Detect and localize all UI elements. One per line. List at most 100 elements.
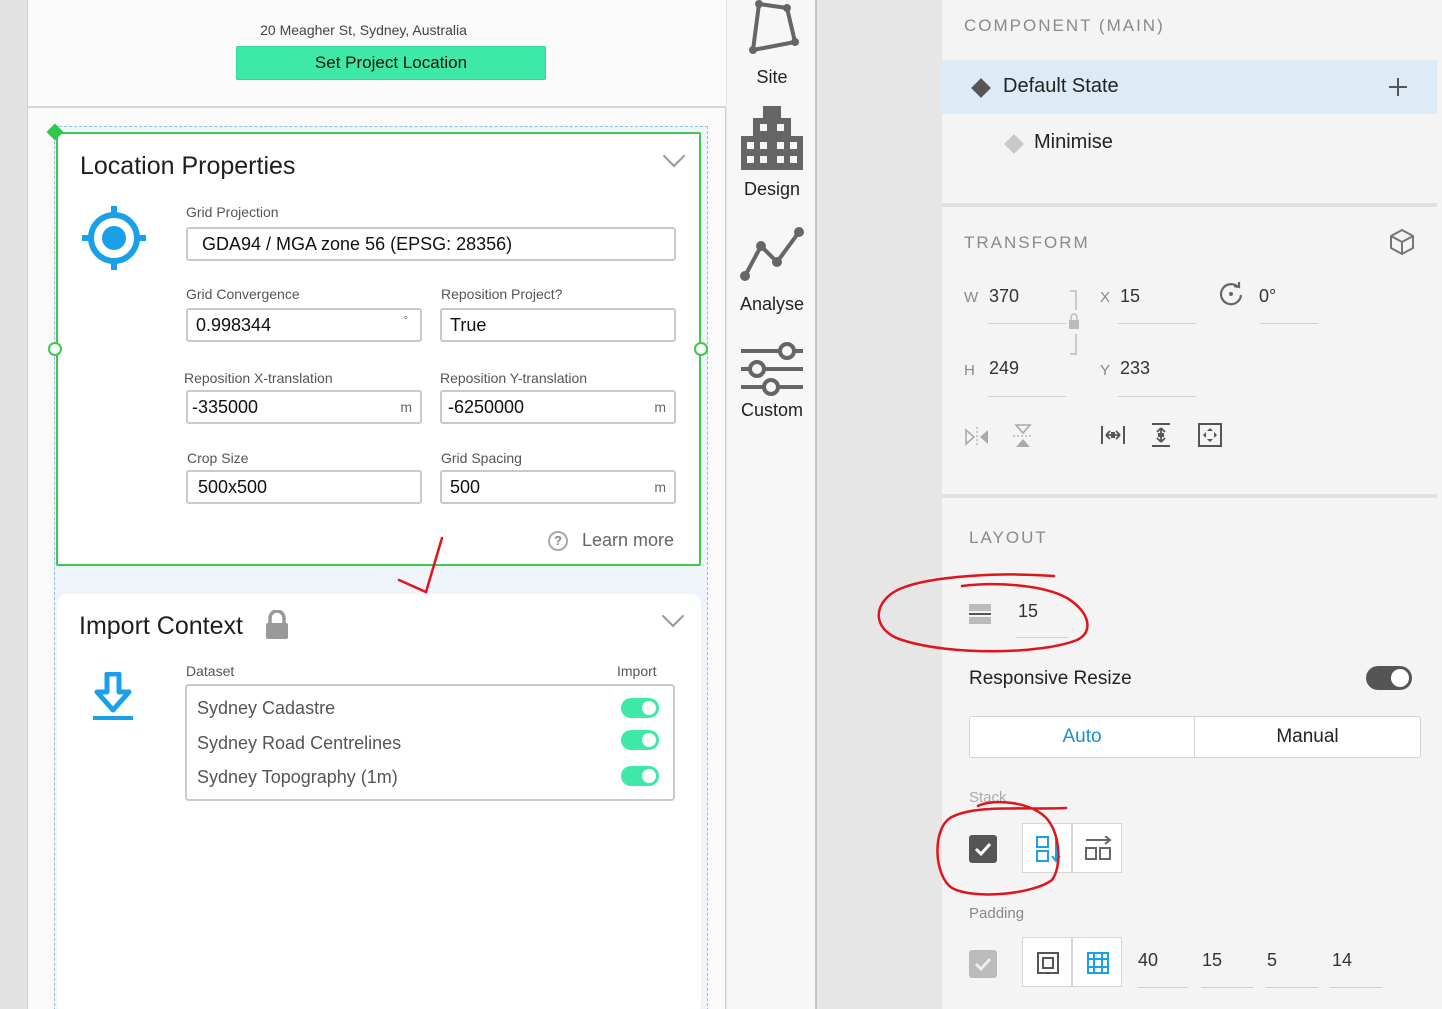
design-label: Design: [743, 179, 801, 199]
resize-handle-right[interactable]: [694, 342, 708, 356]
add-state-icon[interactable]: [1388, 77, 1408, 97]
state-row-default[interactable]: Default State: [942, 60, 1437, 114]
set-project-location-button[interactable]: Set Project Location: [236, 46, 546, 80]
lock-icon: [266, 610, 288, 639]
import-toggle[interactable]: [621, 730, 659, 750]
left-edge-panel: [0, 0, 28, 1009]
meters-unit: m: [400, 399, 412, 415]
padding-individual-button[interactable]: [1072, 937, 1122, 987]
input-underline: [1138, 987, 1188, 988]
grid-convergence-value: 0.998344: [196, 315, 272, 335]
cube-icon[interactable]: [1388, 228, 1416, 256]
analyse-label: Analyse: [739, 294, 805, 314]
resize-mode-manual[interactable]: Manual: [1194, 716, 1421, 758]
dataset-list: Sydney Cadastre Sydney Road Centrelines …: [185, 684, 675, 801]
rotation-value[interactable]: 0°: [1259, 286, 1276, 307]
transform-section-title: TRANSFORM: [964, 233, 1090, 252]
fit-to-content-icon[interactable]: [1197, 422, 1223, 448]
grid-projection-field[interactable]: GDA94 / MGA zone 56 (EPSG: 28356): [186, 227, 676, 261]
padding-uniform-icon: [1037, 952, 1059, 974]
padding-top-value[interactable]: 40: [1138, 950, 1158, 971]
learn-more-link[interactable]: Learn more: [582, 530, 674, 551]
section-divider: [942, 494, 1437, 498]
height-value[interactable]: 249: [989, 358, 1019, 379]
site-tool[interactable]: Site: [727, 0, 817, 92]
location-header: 20 Meagher St, Sydney, Australia Set Pro…: [28, 0, 726, 108]
card-title: Location Properties: [80, 152, 296, 180]
aspect-lock-icon[interactable]: [1066, 290, 1082, 356]
design-tool[interactable]: Design: [727, 100, 817, 200]
y-value[interactable]: 233: [1120, 358, 1150, 379]
card-title: Import Context: [79, 612, 243, 640]
project-address: 20 Meagher St, Sydney, Australia: [260, 22, 467, 38]
input-underline: [1260, 323, 1318, 324]
input-underline: [1118, 396, 1196, 397]
grid-projection-value: GDA94 / MGA zone 56 (EPSG: 28356): [202, 234, 513, 254]
width-value[interactable]: 370: [989, 286, 1019, 307]
reposition-y-label: Reposition Y-translation: [440, 370, 588, 386]
site-label: Site: [756, 67, 788, 87]
chevron-down-icon[interactable]: [662, 144, 686, 168]
input-underline: [1201, 987, 1253, 988]
dataset-name: Sydney Topography (1m): [197, 767, 398, 787]
crop-size-field[interactable]: 500x500: [186, 470, 422, 504]
reposition-project-label: Reposition Project?: [441, 286, 563, 302]
checkmark-icon: [974, 957, 992, 972]
line-graph-icon: [740, 227, 804, 281]
grid-convergence-field[interactable]: 0.998344 °: [186, 308, 422, 342]
import-column-header: Import: [617, 663, 657, 679]
analyse-tool[interactable]: Analyse: [727, 220, 817, 320]
stack-horizontal-button[interactable]: [1072, 823, 1122, 873]
padding-uniform-button[interactable]: [1022, 937, 1072, 987]
padding-left-value[interactable]: 14: [1332, 950, 1352, 971]
reposition-x-field[interactable]: -335000 m: [186, 390, 422, 424]
input-underline: [1330, 987, 1382, 988]
grid-spacing-value: 500: [450, 477, 481, 497]
reposition-x-label: Reposition X-translation: [184, 370, 333, 386]
state-label: Default State: [1003, 75, 1119, 97]
x-value[interactable]: 15: [1120, 286, 1140, 307]
dataset-column-header: Dataset: [186, 663, 235, 679]
chevron-down-icon[interactable]: [661, 604, 685, 628]
sliders-icon: [741, 342, 803, 396]
grid-spacing-field[interactable]: 500 m: [440, 470, 676, 504]
custom-tool[interactable]: Custom: [727, 334, 817, 434]
padding-checkbox[interactable]: [969, 950, 997, 978]
padding-bottom-value[interactable]: 5: [1267, 950, 1277, 971]
flip-vertical-icon[interactable]: [1012, 423, 1034, 449]
input-underline: [988, 396, 1066, 397]
state-row-minimise[interactable]: Minimise: [942, 116, 1437, 170]
reposition-project-value: True: [450, 315, 487, 335]
padding-grid-icon: [1087, 952, 1109, 974]
import-toggle[interactable]: [621, 698, 659, 718]
height-label: H: [964, 362, 975, 379]
stack-horizontal-icon: [1085, 836, 1112, 860]
reposition-y-value: -6250000: [448, 397, 525, 417]
x-label: X: [1100, 289, 1111, 306]
distribute-horizontal-icon[interactable]: [1100, 424, 1126, 446]
resize-mode-auto[interactable]: Auto: [969, 716, 1195, 758]
reposition-project-field[interactable]: True: [440, 308, 676, 342]
meters-unit: m: [654, 479, 666, 495]
resize-handle-left[interactable]: [48, 342, 62, 356]
padding-right-value[interactable]: 15: [1202, 950, 1222, 971]
y-label: Y: [1100, 362, 1111, 379]
width-label: W: [964, 289, 979, 306]
reposition-x-value: -335000: [192, 397, 259, 417]
import-toggle[interactable]: [621, 766, 659, 786]
download-icon: [93, 672, 133, 720]
reposition-y-field[interactable]: -6250000 m: [440, 390, 676, 424]
responsive-resize-label: Responsive Resize: [969, 668, 1132, 689]
grid-convergence-label: Grid Convergence: [186, 286, 300, 302]
panel-gutter: [819, 0, 942, 1009]
flip-horizontal-icon[interactable]: [964, 426, 990, 448]
crop-size-value: 500x500: [198, 477, 268, 497]
help-icon[interactable]: ?: [548, 531, 568, 551]
responsive-resize-toggle[interactable]: [1366, 666, 1412, 690]
import-context-card[interactable]: Import Context Dataset Import Sydney Cad…: [57, 594, 701, 1009]
location-properties-card[interactable]: Location Properties Grid Projection GDA9…: [56, 132, 701, 566]
component-section-title: COMPONENT (MAIN): [964, 16, 1165, 35]
site-polygon-icon: [749, 0, 799, 54]
toggle-knob: [1391, 669, 1409, 687]
distribute-vertical-icon[interactable]: [1150, 422, 1172, 448]
